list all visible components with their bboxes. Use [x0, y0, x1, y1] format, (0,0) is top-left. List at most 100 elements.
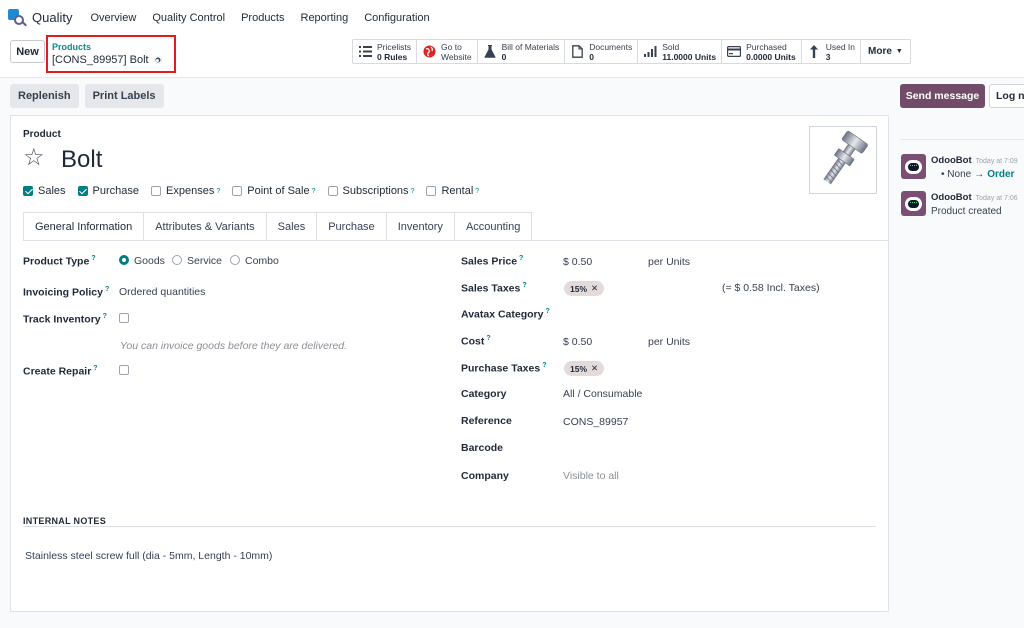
- product-type-radio-combo[interactable]: Combo: [230, 255, 279, 267]
- star-icon[interactable]: ☆: [23, 146, 45, 170]
- product-type-radio-service[interactable]: Service: [172, 255, 222, 267]
- tab-general-information[interactable]: General Information: [23, 212, 145, 241]
- help-icon[interactable]: ?: [519, 255, 523, 262]
- flag-label: Point of Sale: [247, 185, 310, 197]
- avatar[interactable]: [901, 154, 926, 179]
- avatar[interactable]: [901, 191, 926, 216]
- log-note-button[interactable]: Log note: [989, 84, 1024, 108]
- level-up-icon: [807, 45, 821, 59]
- create-repair-checkbox[interactable]: [119, 365, 129, 375]
- close-icon[interactable]: ✕: [591, 363, 598, 374]
- help-icon[interactable]: ?: [542, 362, 546, 369]
- replenish-button[interactable]: Replenish: [10, 84, 79, 108]
- help-icon[interactable]: ?: [475, 188, 479, 195]
- menu-quality-control[interactable]: Quality Control: [152, 12, 225, 24]
- help-icon[interactable]: ?: [522, 282, 526, 289]
- flag-sales[interactable]: Sales: [23, 185, 66, 197]
- smart-button-purchased[interactable]: Purchased 0.0000 Units: [722, 40, 802, 63]
- flag-expenses[interactable]: Expenses?: [151, 185, 220, 197]
- radio-selected-icon[interactable]: [119, 255, 129, 265]
- tab-accounting[interactable]: Accounting: [454, 212, 533, 241]
- breadcrumb-products-link[interactable]: Products: [52, 42, 91, 52]
- print-labels-button[interactable]: Print Labels: [84, 84, 164, 108]
- cost-unit: per Units: [648, 336, 691, 348]
- tab-sales[interactable]: Sales: [266, 212, 318, 241]
- checkbox-icon[interactable]: [151, 186, 162, 196]
- flag-point-of-sale[interactable]: Point of Sale?: [232, 185, 316, 197]
- checkbox-icon[interactable]: [327, 186, 338, 196]
- help-icon[interactable]: ?: [545, 308, 549, 315]
- reference-field[interactable]: CONS_89957: [563, 416, 628, 428]
- invoicing-policy-label: Invoicing Policy?: [23, 286, 110, 299]
- category-field[interactable]: All / Consumable: [563, 388, 642, 400]
- close-icon[interactable]: ✕: [591, 283, 598, 294]
- help-icon[interactable]: ?: [486, 335, 490, 342]
- send-message-button[interactable]: Send message: [900, 84, 985, 108]
- more-dropdown[interactable]: More ▼: [861, 40, 910, 63]
- checkbox-checked-icon[interactable]: [23, 186, 33, 196]
- radio-icon[interactable]: [230, 255, 240, 265]
- gear-icon[interactable]: [153, 56, 162, 64]
- checkbox-icon[interactable]: [426, 186, 437, 196]
- invoicing-policy-field[interactable]: Ordered quantities: [119, 286, 205, 298]
- chatter: Send message Log note OdooBotToday at 7:…: [890, 78, 1024, 628]
- new-button[interactable]: New: [10, 40, 45, 63]
- smart-button-bom[interactable]: Bill of Materials 0: [478, 40, 566, 63]
- cost-field[interactable]: $ 0.50: [563, 336, 592, 348]
- menu-configuration[interactable]: Configuration: [364, 12, 429, 24]
- odoobot-icon: [905, 196, 922, 211]
- internal-notes-field[interactable]: Stainless steel screw full (dia - 5mm, L…: [25, 550, 272, 562]
- help-icon[interactable]: ?: [105, 286, 109, 293]
- flag-rental[interactable]: Rental?: [426, 185, 479, 197]
- smart-button-documents[interactable]: Documents 0: [565, 40, 639, 63]
- help-icon[interactable]: ?: [91, 255, 95, 262]
- quality-app-icon[interactable]: [8, 8, 27, 27]
- company-field[interactable]: Visible to all: [563, 470, 619, 482]
- globe-icon: [422, 45, 436, 59]
- message-author[interactable]: OdooBot Today at 7:09: [931, 155, 1018, 166]
- smart-button-website[interactable]: Go to Website: [417, 40, 478, 63]
- invoicing-hint: You can invoice goods before they are de…: [120, 340, 348, 352]
- tab-purchase[interactable]: Purchase: [317, 212, 387, 241]
- flag-purchase[interactable]: Purchase: [77, 185, 139, 197]
- breadcrumb-current: [CONS_89957] Bolt: [52, 54, 162, 66]
- top-navbar: Quality Overview Quality Control Product…: [0, 0, 1024, 35]
- smart-button-used-in[interactable]: Used In 3: [802, 40, 862, 63]
- caret-down-icon: ▼: [895, 48, 903, 55]
- sales-price-field[interactable]: $ 0.50: [563, 256, 592, 268]
- menu-reporting[interactable]: Reporting: [301, 12, 349, 24]
- smart-button-pricelists[interactable]: Pricelists 0 Rules: [353, 40, 418, 63]
- app-name[interactable]: Quality: [32, 10, 72, 25]
- product-type-radio-goods[interactable]: Goods: [119, 255, 165, 267]
- sales-tax-tag[interactable]: 15% ✕: [564, 281, 605, 296]
- help-icon[interactable]: ?: [103, 313, 107, 320]
- sales-price-label: Sales Price?: [461, 255, 524, 268]
- stat-value: 0: [589, 51, 594, 62]
- help-icon[interactable]: ?: [93, 365, 97, 372]
- checkbox-checked-icon[interactable]: [77, 186, 88, 196]
- product-image[interactable]: [809, 126, 877, 194]
- stat-value: 0 Rules: [377, 51, 408, 62]
- message-author[interactable]: OdooBot Today at 7:06: [931, 192, 1018, 203]
- help-icon[interactable]: ?: [411, 188, 415, 195]
- product-name[interactable]: Bolt: [61, 146, 102, 174]
- stat-value: 0: [501, 51, 507, 62]
- help-icon[interactable]: ?: [312, 188, 316, 195]
- menu-overview[interactable]: Overview: [90, 12, 136, 24]
- smart-button-sold[interactable]: Sold 11.0000 Units: [638, 40, 723, 63]
- radio-icon[interactable]: [172, 255, 182, 265]
- purchase-tax-tag[interactable]: 15% ✕: [564, 361, 605, 376]
- flag-subscriptions[interactable]: Subscriptions?: [327, 185, 415, 197]
- flag-label: Sales: [38, 185, 66, 197]
- stat-value: 0.0000 Units: [746, 51, 796, 62]
- checkbox-icon[interactable]: [232, 186, 243, 196]
- tab-attributes-variants[interactable]: Attributes & Variants: [144, 212, 267, 241]
- track-inventory-checkbox[interactable]: [119, 313, 129, 323]
- cost-label: Cost?: [461, 335, 491, 348]
- category-label: Category: [461, 388, 507, 400]
- stat-label: Sold: [662, 41, 680, 52]
- sales-taxes-incl: (= $ 0.58 Incl. Taxes): [722, 282, 820, 294]
- help-icon[interactable]: ?: [216, 188, 220, 195]
- tab-inventory[interactable]: Inventory: [386, 212, 455, 241]
- menu-products[interactable]: Products: [241, 12, 284, 24]
